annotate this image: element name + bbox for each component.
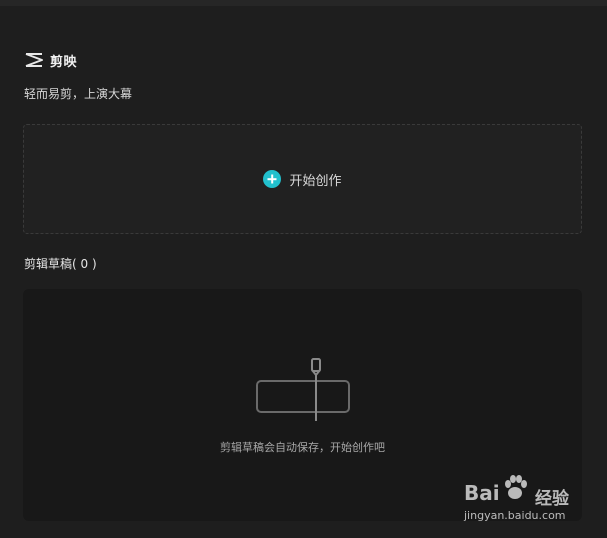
empty-drafts-message: 剪辑草稿会自动保存，开始创作吧 xyxy=(220,441,385,454)
app-header: 剪映 xyxy=(24,50,77,70)
top-strip xyxy=(0,0,607,6)
watermark-brand-cn: 经验 xyxy=(535,489,569,509)
watermark-url: jingyan.baidu.com xyxy=(464,509,566,522)
baidu-paw-icon xyxy=(500,473,530,503)
capcut-logo-icon xyxy=(24,51,46,69)
start-create-label: 开始创作 xyxy=(289,173,342,189)
drafts-title: 剪辑草稿( 0 ) xyxy=(24,257,97,271)
app-name: 剪映 xyxy=(50,54,78,70)
start-create-button[interactable]: 开始创作 xyxy=(23,124,582,234)
baidu-jingyan-watermark: Bai 经验 jingyan.baidu.com xyxy=(464,471,584,527)
watermark-brand: Bai xyxy=(464,481,500,505)
plus-circle-icon xyxy=(263,170,282,188)
start-create-content: 开始创作 xyxy=(263,170,342,189)
app-slogan: 轻而易剪，上演大幕 xyxy=(24,87,133,101)
empty-draft-clip-icon xyxy=(256,357,352,423)
